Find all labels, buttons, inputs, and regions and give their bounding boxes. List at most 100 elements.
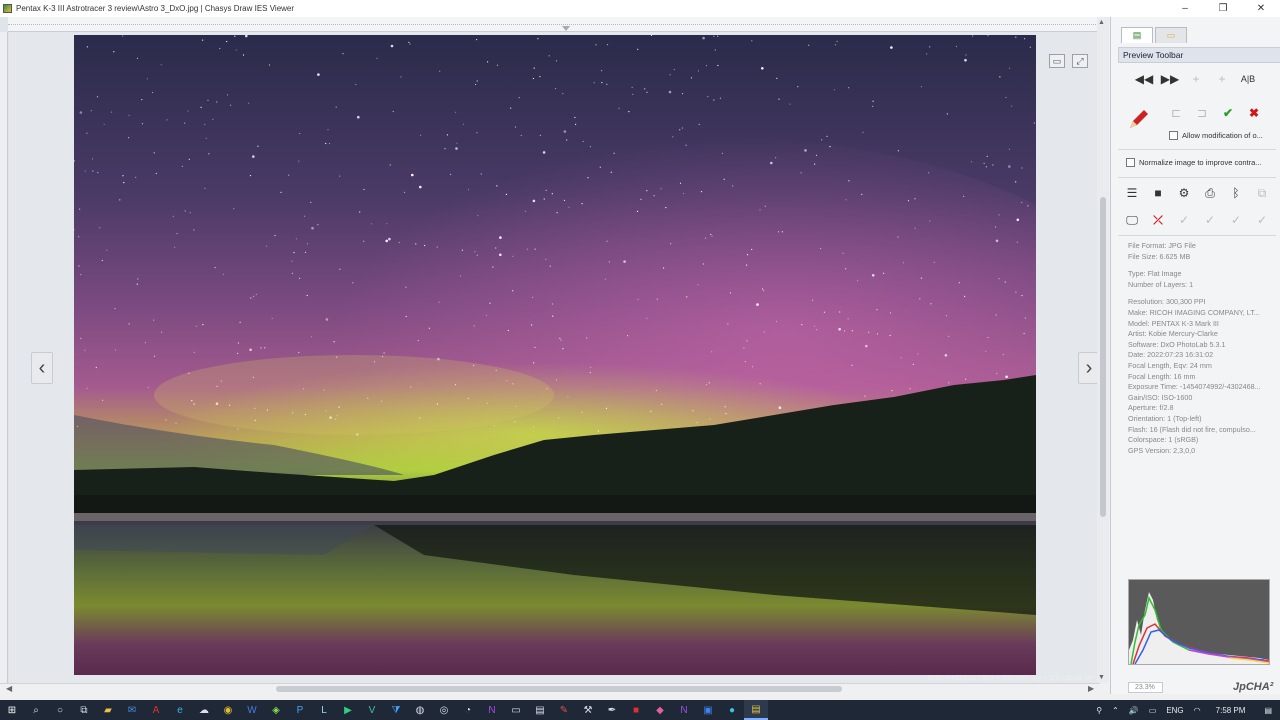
allow-modification-checkbox[interactable] — [1169, 131, 1178, 140]
frame-icon[interactable]: ⊐ — [1189, 104, 1215, 122]
info-file-size: File Size: 6.625 MB — [1128, 251, 1191, 261]
language-indicator[interactable]: ENG — [1166, 706, 1183, 715]
lightroom-icon[interactable]: L — [312, 700, 336, 720]
settings-icon[interactable]: ⚙ — [1171, 184, 1197, 202]
tool-icon[interactable]: ⚒ — [576, 700, 600, 720]
volume-icon[interactable]: 🔊 — [1129, 706, 1139, 715]
check-dim-icon-1[interactable]: ✓ — [1171, 211, 1197, 229]
file-info: File Format: JPG File File Size: 6.625 M… — [1128, 241, 1278, 456]
close-button[interactable]: ✕ — [1242, 0, 1280, 17]
chrome-icon[interactable]: ◉ — [216, 700, 240, 720]
cloud-icon[interactable]: ☁ — [192, 700, 216, 720]
word-icon[interactable]: W — [240, 700, 264, 720]
vertical-scrollbar[interactable]: ▲ ▼ — [1097, 17, 1109, 683]
maximize-button[interactable]: ❐ — [1204, 0, 1242, 17]
app-icon-purple[interactable]: N — [672, 700, 696, 720]
menu-icon[interactable]: ☰ — [1119, 184, 1145, 202]
info-focal: Focal Length: 16 mm — [1128, 371, 1196, 381]
vpn-icon[interactable]: V — [360, 700, 384, 720]
stop-icon[interactable]: ■ — [1145, 184, 1171, 202]
printer-icon[interactable]: ⎙ — [1197, 184, 1223, 202]
ruler-marker — [562, 26, 570, 31]
outlook-icon[interactable]: ✉ — [120, 700, 144, 720]
unlink-icon[interactable]: ⤫ — [1145, 211, 1171, 229]
toolbar-tab-icon: ▤ — [1132, 30, 1142, 40]
chevron-up-icon[interactable]: ⌃ — [1112, 706, 1119, 715]
pen-icon[interactable]: ✒ — [600, 700, 624, 720]
normalize-label: Normalize image to improve contra... — [1139, 158, 1262, 167]
minimize-button[interactable]: – — [1166, 0, 1204, 17]
top-ruler — [8, 17, 1100, 32]
rewind-icon[interactable]: ◀◀ — [1131, 70, 1157, 88]
photo-app-icon[interactable]: ◈ — [264, 700, 288, 720]
previous-image-button[interactable]: ‹ — [31, 352, 53, 384]
notes-icon[interactable]: ▤ — [528, 700, 552, 720]
cancel-x-icon[interactable]: ✖ — [1241, 104, 1267, 122]
panel-header: Preview Toolbar — [1118, 47, 1280, 63]
task-view-icon[interactable]: ⧉ — [72, 700, 96, 720]
brush-icon[interactable]: ✎ — [552, 700, 576, 720]
chasys-draw-icon[interactable]: ▤ — [744, 700, 768, 720]
camera-icon[interactable]: ◎ — [432, 700, 456, 720]
info-flash: Flash: 16 (Flash did not fire, compulso.… — [1128, 424, 1256, 434]
apply-check-icon[interactable]: ✔ — [1215, 104, 1241, 122]
copy-icon[interactable]: ⧉ — [1249, 184, 1275, 202]
notifications-icon[interactable]: ▤ — [1264, 706, 1272, 715]
monitor-icon[interactable]: 🖵 — [1119, 211, 1145, 229]
tab-toolbar[interactable]: ▤ — [1121, 27, 1153, 43]
info-date: Date: 2022:07:23 16:31:02 — [1128, 350, 1214, 360]
horizontal-scrollbar[interactable]: ◀ ▶ — [0, 683, 1100, 694]
onenote-icon[interactable]: N — [480, 700, 504, 720]
photoshop-icon[interactable]: P — [288, 700, 312, 720]
crop-icon[interactable]: ⊏ — [1163, 104, 1189, 122]
info-colorspace: Colorspace: 1 (sRGB) — [1128, 435, 1199, 445]
network-icon[interactable]: ▭ — [1149, 706, 1157, 715]
file-explorer-icon[interactable]: ▰ — [96, 700, 120, 720]
add-page-icon[interactable]: + — [1209, 70, 1235, 88]
fit-window-icon[interactable]: ▭ — [1049, 54, 1065, 68]
allow-modification-label: Allow modification of o... — [1182, 131, 1263, 140]
media-icon[interactable]: ■ — [624, 700, 648, 720]
aurora-photo[interactable] — [74, 35, 1036, 675]
logo: JpCHA² — [1233, 681, 1274, 693]
normalize-checkbox[interactable] — [1126, 158, 1135, 167]
app-icon-green[interactable]: ▶ — [336, 700, 360, 720]
terminal-icon[interactable]: ▭ — [504, 700, 528, 720]
image-viewer: ‹ › ▭ ⤢ 6192 × 4128 px | 524 × 350 mm | … — [0, 17, 1100, 685]
info-model: Model: PENTAX K-3 Mark III — [1128, 318, 1219, 328]
cortana-icon[interactable]: ○ — [48, 700, 72, 720]
app-icon-blue[interactable]: ▣ — [696, 700, 720, 720]
info-orientation: Orientation: 1 (Top-left) — [1128, 413, 1202, 423]
histogram — [1128, 579, 1270, 665]
fullscreen-icon[interactable]: ⤢ — [1072, 54, 1088, 68]
forward-icon[interactable]: ▶▶ — [1157, 70, 1183, 88]
system-tray: ⚲ ⌃ 🔊 ▭ ENG ◠ 7:58 PM ▤ — [1091, 700, 1280, 720]
add-icon[interactable]: + — [1183, 70, 1209, 88]
side-panel: ▤ ▭ Preview Toolbar ◀◀ ▶▶ + + A|B ⊏ ⊐ ✔ … — [1110, 17, 1280, 694]
info-make: Make: RICOH IMAGING COMPANY, LT... — [1128, 307, 1260, 317]
clock[interactable]: 7:58 PM — [1216, 706, 1246, 715]
compare-icon[interactable]: A|B — [1235, 70, 1261, 88]
check-dim-icon-3[interactable]: ✓ — [1223, 211, 1249, 229]
people-icon[interactable]: ⚲ — [1096, 706, 1102, 715]
bluetooth-icon[interactable]: ᛒ — [1223, 184, 1249, 202]
acrobat-icon[interactable]: A — [144, 700, 168, 720]
search-icon[interactable]: ⌕ — [24, 700, 48, 720]
check-dim-icon-2[interactable]: ✓ — [1197, 211, 1223, 229]
app-icon-pink[interactable]: ◆ — [648, 700, 672, 720]
info-aperture: Aperture: f/2.8 — [1128, 403, 1174, 413]
tab-folder[interactable]: ▭ — [1155, 27, 1187, 43]
zoom-field[interactable]: 23.3% — [1128, 682, 1163, 693]
wifi-icon[interactable]: ◠ — [1194, 706, 1201, 715]
globe-icon[interactable]: ◍ — [408, 700, 432, 720]
info-gps: GPS Version: 2,3,0,0 — [1128, 445, 1196, 455]
filter-icon[interactable]: ⧩ — [384, 700, 408, 720]
info-file-format: File Format: JPG File — [1128, 241, 1196, 250]
pencil-icon[interactable] — [1127, 107, 1151, 131]
image-status: 6192 × 4128 px | 524 × 350 mm | x/y = 3:… — [927, 675, 1095, 682]
app-icon-teal[interactable]: ● — [720, 700, 744, 720]
check-dim-icon-4[interactable]: ✓ — [1249, 211, 1275, 229]
edge-icon[interactable]: e — [168, 700, 192, 720]
clock-app-icon[interactable]: ◔ — [456, 700, 480, 720]
start-icon[interactable]: ⊞ — [0, 700, 24, 720]
